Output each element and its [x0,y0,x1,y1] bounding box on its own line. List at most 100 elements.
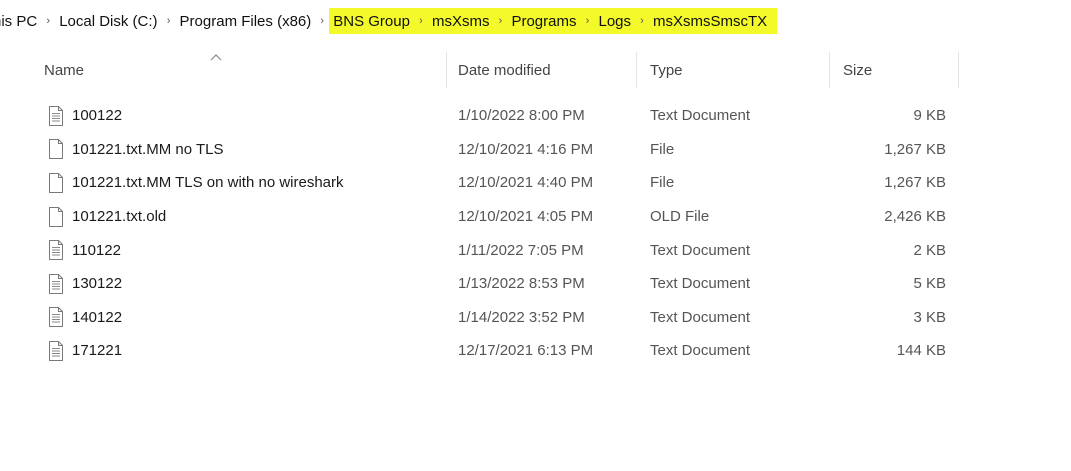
file-date: 1/10/2022 8:00 PM [458,107,585,125]
file-date-cell: 1/14/2022 3:52 PM [458,301,585,335]
file-date: 12/17/2021 6:13 PM [458,342,594,360]
column-headers: Name Date modified Type Size [0,52,1071,88]
breadcrumb-item-msxsmssmsctx[interactable]: msXsmsSmscTX [649,8,771,34]
file-type: File [650,174,675,192]
column-header-name-label: Name [44,61,85,79]
breadcrumb-item-this-pc[interactable]: his PC [0,8,41,34]
column-divider[interactable] [446,52,447,88]
breadcrumb: his PC › Local Disk (C:) › Program Files… [0,8,778,34]
chevron-right-icon[interactable]: › [41,8,55,34]
file-type: OLD File [650,208,710,226]
file-size: 2,426 KB [884,208,946,226]
breadcrumb-item-bns-group[interactable]: BNS Group [329,8,414,34]
file-row[interactable]: 110122 1/11/2022 7:05 PM Text Document 2… [0,233,1071,267]
file-size: 2 KB [913,241,946,259]
file-type: Text Document [650,275,751,293]
column-header-size-label: Size [843,61,873,79]
chevron-right-icon[interactable]: › [162,8,176,34]
file-size-cell: 9 KB [800,99,946,133]
text-document-icon [48,307,64,328]
breadcrumb-highlight: BNS Group › msXsms › Programs › Logs › m… [329,8,778,34]
file-date-cell: 12/10/2021 4:40 PM [458,166,593,200]
file-name-cell: 100122 [48,99,122,133]
file-size-cell: 144 KB [800,334,946,368]
column-divider[interactable] [958,52,959,88]
file-row[interactable]: 101221.txt.MM TLS on with no wireshark 1… [0,166,1071,200]
file-row[interactable]: 130122 1/13/2022 8:53 PM Text Document 5… [0,267,1071,301]
file-size-cell: 5 KB [800,267,946,301]
file-type-cell: Text Document [650,233,750,267]
file-size: 3 KB [913,308,946,326]
file-size: 144 KB [896,342,946,360]
file-date: 1/13/2022 8:53 PM [458,275,585,293]
file-size-cell: 1,267 KB [800,133,946,167]
file-name: 130122 [72,275,123,293]
file-date: 1/14/2022 3:52 PM [458,308,585,326]
blank-file-icon [48,172,64,193]
column-divider[interactable] [636,52,637,88]
file-row[interactable]: 101221.txt.old 12/10/2021 4:05 PM OLD Fi… [0,200,1071,234]
chevron-right-icon[interactable]: › [414,8,428,34]
file-name-cell: 101221.txt.MM no TLS [48,133,223,167]
file-type-cell: File [650,166,674,200]
chevron-right-icon[interactable]: › [635,8,649,34]
column-header-name[interactable]: Name [44,52,444,88]
file-date: 1/11/2022 7:05 PM [458,241,584,259]
file-name: 171221 [72,342,123,360]
file-date: 12/10/2021 4:40 PM [458,174,594,192]
file-date-cell: 1/10/2022 8:00 PM [458,99,585,133]
breadcrumb-item-program-files-x86[interactable]: Program Files (x86) [176,8,316,34]
file-size-cell: 1,267 KB [800,166,946,200]
file-name-cell: 101221.txt.MM TLS on with no wireshark [48,166,344,200]
text-document-icon [48,273,64,294]
file-type-cell: File [650,133,674,167]
file-date: 12/10/2021 4:16 PM [458,140,594,158]
file-type-cell: Text Document [650,99,750,133]
column-header-size[interactable]: Size [843,52,953,88]
file-size: 9 KB [913,107,946,125]
file-name: 140122 [72,308,123,326]
file-type-cell: OLD File [650,200,709,234]
chevron-right-icon[interactable]: › [493,8,507,34]
file-name-cell: 101221.txt.old [48,200,166,234]
file-row[interactable]: 140122 1/14/2022 3:52 PM Text Document 3… [0,301,1071,335]
file-type: Text Document [650,308,751,326]
file-row[interactable]: 171221 12/17/2021 6:13 PM Text Document … [0,334,1071,368]
breadcrumb-item-logs[interactable]: Logs [594,8,635,34]
file-size-cell: 2 KB [800,233,946,267]
blank-file-icon [48,139,64,160]
file-name-cell: 171221 [48,334,122,368]
file-date: 12/10/2021 4:05 PM [458,208,594,226]
column-header-type-label: Type [650,61,683,79]
blank-file-icon [48,206,64,227]
file-type-cell: Text Document [650,334,750,368]
file-type: Text Document [650,107,751,125]
file-date-cell: 1/13/2022 8:53 PM [458,267,585,301]
file-type-cell: Text Document [650,301,750,335]
file-name: 101221.txt.MM TLS on with no wireshark [72,174,344,192]
file-date-cell: 12/10/2021 4:16 PM [458,133,593,167]
file-name: 100122 [72,107,123,125]
file-size: 1,267 KB [884,174,946,192]
breadcrumb-item-programs[interactable]: Programs [507,8,580,34]
column-header-date-label: Date modified [458,61,551,79]
file-explorer-window: his PC › Local Disk (C:) › Program Files… [0,0,1071,471]
column-header-date[interactable]: Date modified [458,52,633,88]
file-type-cell: Text Document [650,267,750,301]
file-type: Text Document [650,241,751,259]
file-date-cell: 1/11/2022 7:05 PM [458,233,584,267]
file-size-cell: 3 KB [800,301,946,335]
file-row[interactable]: 100122 1/10/2022 8:00 PM Text Document 9… [0,99,1071,133]
column-divider[interactable] [829,52,830,88]
text-document-icon [48,340,64,361]
file-name-cell: 140122 [48,301,122,335]
file-type: Text Document [650,342,751,360]
file-list: 100122 1/10/2022 8:00 PM Text Document 9… [0,99,1071,368]
file-row[interactable]: 101221.txt.MM no TLS 12/10/2021 4:16 PM … [0,133,1071,167]
breadcrumb-item-local-disk[interactable]: Local Disk (C:) [55,8,161,34]
column-header-type[interactable]: Type [650,52,825,88]
chevron-right-icon[interactable]: › [580,8,594,34]
file-date-cell: 12/17/2021 6:13 PM [458,334,593,368]
chevron-right-icon[interactable]: › [315,8,329,34]
breadcrumb-item-msxsms[interactable]: msXsms [428,8,494,34]
